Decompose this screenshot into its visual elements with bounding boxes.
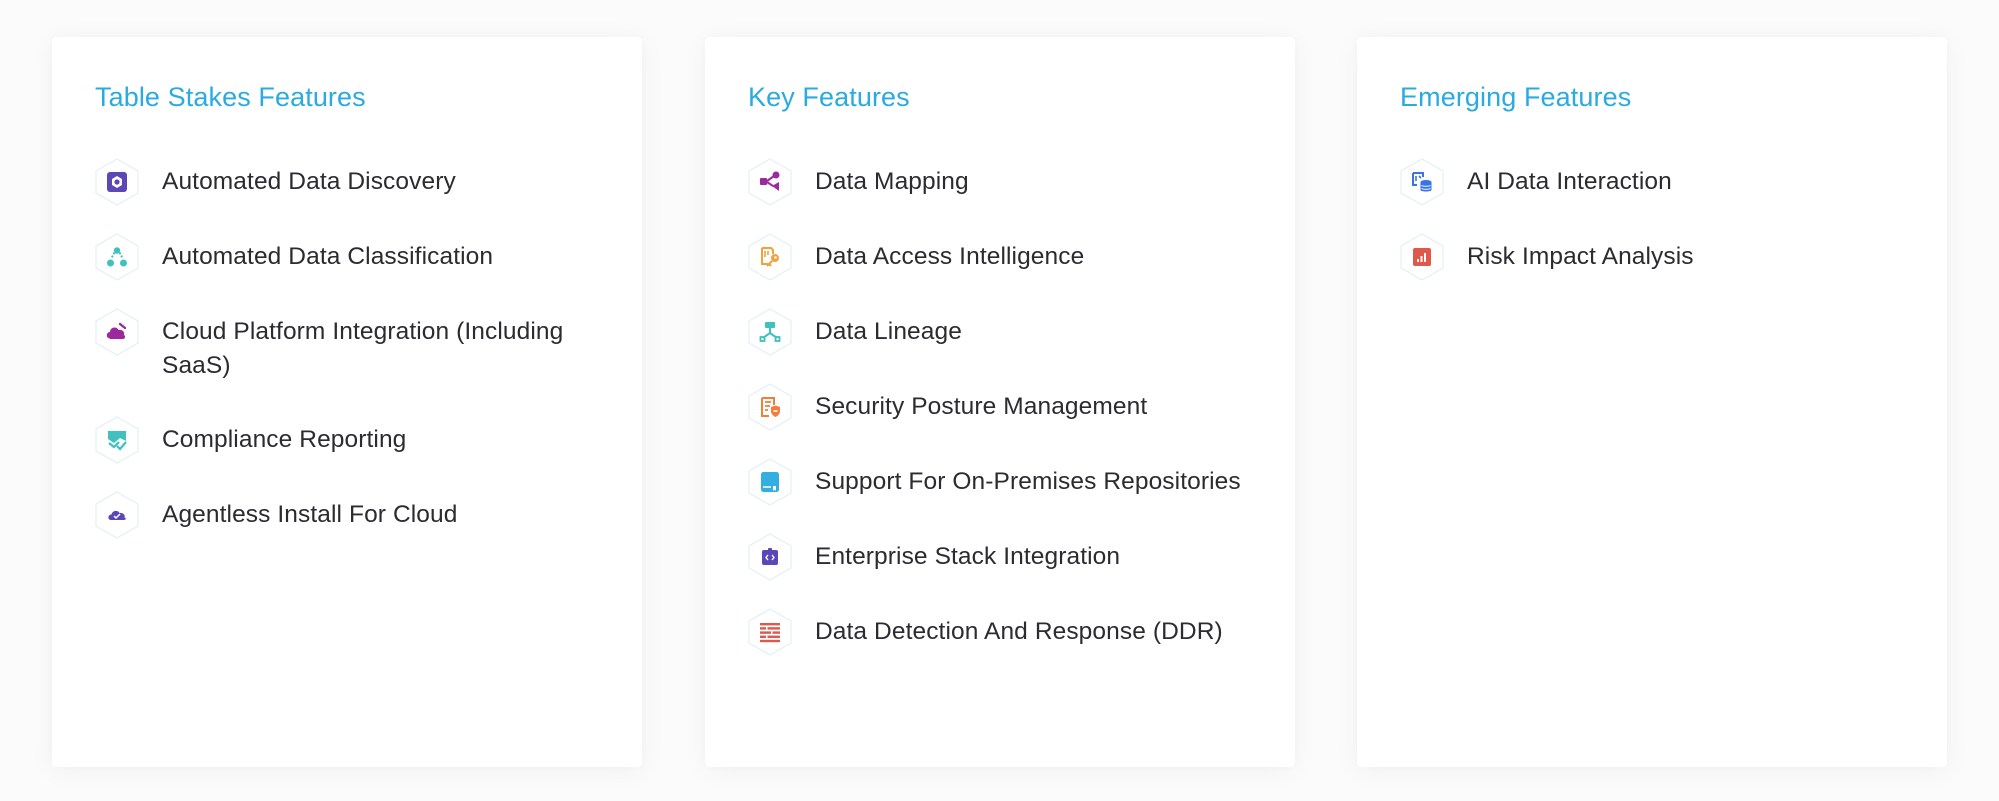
access-key-icon xyxy=(748,233,792,281)
bar-chart-icon xyxy=(1400,233,1444,281)
feature-label: Security Posture Management xyxy=(815,393,1148,420)
card-emerging-features: Emerging Features AI Data Interaction Ri… xyxy=(1357,37,1947,767)
feature-list: Automated Data Discovery Automated Data … xyxy=(95,158,612,539)
cloud-platform-icon xyxy=(95,308,139,356)
ai-database-icon xyxy=(1400,158,1444,206)
code-badge-icon xyxy=(748,533,792,581)
feature-label: Risk Impact Analysis xyxy=(1467,243,1694,270)
feature-item: Cloud Platform Integration (Including Sa… xyxy=(95,308,612,389)
feature-list: Data Mapping Data Access Intelligence Da… xyxy=(748,158,1265,656)
feature-item: Automated Data Discovery xyxy=(95,158,612,206)
feature-label: Data Mapping xyxy=(815,168,969,195)
feature-item: Risk Impact Analysis xyxy=(1400,233,1917,281)
feature-label: Data Lineage xyxy=(815,318,962,345)
feature-item: Compliance Reporting xyxy=(95,416,612,464)
firewall-icon xyxy=(748,608,792,656)
compliance-report-icon xyxy=(95,416,139,464)
feature-label: Agentless Install For Cloud xyxy=(162,501,458,528)
feature-item: Enterprise Stack Integration xyxy=(748,533,1265,581)
card-title: Emerging Features xyxy=(1400,82,1632,112)
feature-item: Support For On-Premises Repositories xyxy=(748,458,1265,506)
feature-label: AI Data Interaction xyxy=(1467,168,1672,195)
feature-label: Cloud Platform Integration (Including Sa… xyxy=(162,318,564,379)
feature-item: Data Mapping xyxy=(748,158,1265,206)
feature-item: Data Lineage xyxy=(748,308,1265,356)
feature-list: AI Data Interaction Risk Impact Analysis xyxy=(1400,158,1917,281)
feature-label: Support For On-Premises Repositories xyxy=(815,468,1241,495)
feature-item: Agentless Install For Cloud xyxy=(95,491,612,539)
feature-item: Data Access Intelligence xyxy=(748,233,1265,281)
feature-item: AI Data Interaction xyxy=(1400,158,1917,206)
card-title: Table Stakes Features xyxy=(95,82,366,112)
card-title: Key Features xyxy=(748,82,910,112)
feature-item: Security Posture Management xyxy=(748,383,1265,431)
feature-label: Data Detection And Response (DDR) xyxy=(815,618,1223,645)
card-key-features: Key Features Data Mapping Data Access In… xyxy=(705,37,1295,767)
feature-label: Enterprise Stack Integration xyxy=(815,543,1121,570)
share-nodes-icon xyxy=(748,158,792,206)
cloud-check-icon xyxy=(95,491,139,539)
feature-label: Automated Data Discovery xyxy=(162,168,456,195)
classification-icon xyxy=(95,233,139,281)
feature-label: Data Access Intelligence xyxy=(815,243,1085,270)
document-shield-icon xyxy=(748,383,792,431)
discovery-icon xyxy=(95,158,139,206)
card-table-stakes-features: Table Stakes Features Automated Data Dis… xyxy=(52,37,642,767)
feature-item: Automated Data Classification xyxy=(95,233,612,281)
feature-label: Compliance Reporting xyxy=(162,426,407,453)
feature-label: Automated Data Classification xyxy=(162,243,494,270)
lineage-tree-icon xyxy=(748,308,792,356)
feature-item: Data Detection And Response (DDR) xyxy=(748,608,1265,656)
repository-icon xyxy=(748,458,792,506)
